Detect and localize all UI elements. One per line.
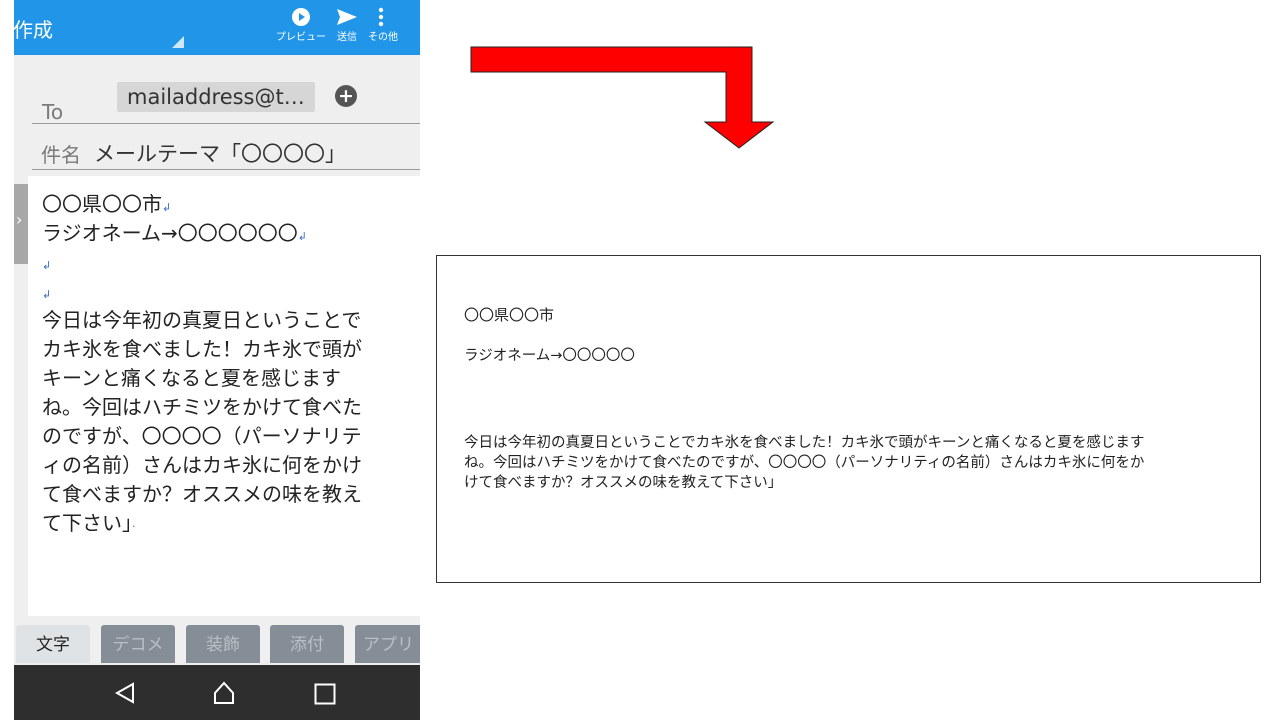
result-message-line: 今日は今年初の真夏日ということでカキ氷を食べました！カキ氷で頭がキーンと痛くなる… bbox=[464, 435, 1145, 451]
result-message-line: けて食べますか？オススメの味を教えて下さい」 bbox=[464, 475, 783, 491]
arrow-shape bbox=[470, 46, 775, 149]
result-radio-name: ラジオネーム→〇〇〇〇〇 bbox=[464, 348, 635, 364]
result-address: 〇〇県〇〇市 bbox=[464, 306, 555, 324]
result-message: 今日は今年初の真夏日ということでカキ氷を食べました！カキ氷で頭がキーンと痛くなる… bbox=[464, 433, 1254, 493]
result-message-line: ね。今回はハチミツをかけて食べたのですが、〇〇〇〇（パーソナリティの名前）さんは… bbox=[464, 455, 1145, 471]
result-preview-box: 〇〇県〇〇市 ラジオネーム→〇〇〇〇〇 今日は今年初の真夏日ということでカキ氷を… bbox=[436, 255, 1261, 583]
